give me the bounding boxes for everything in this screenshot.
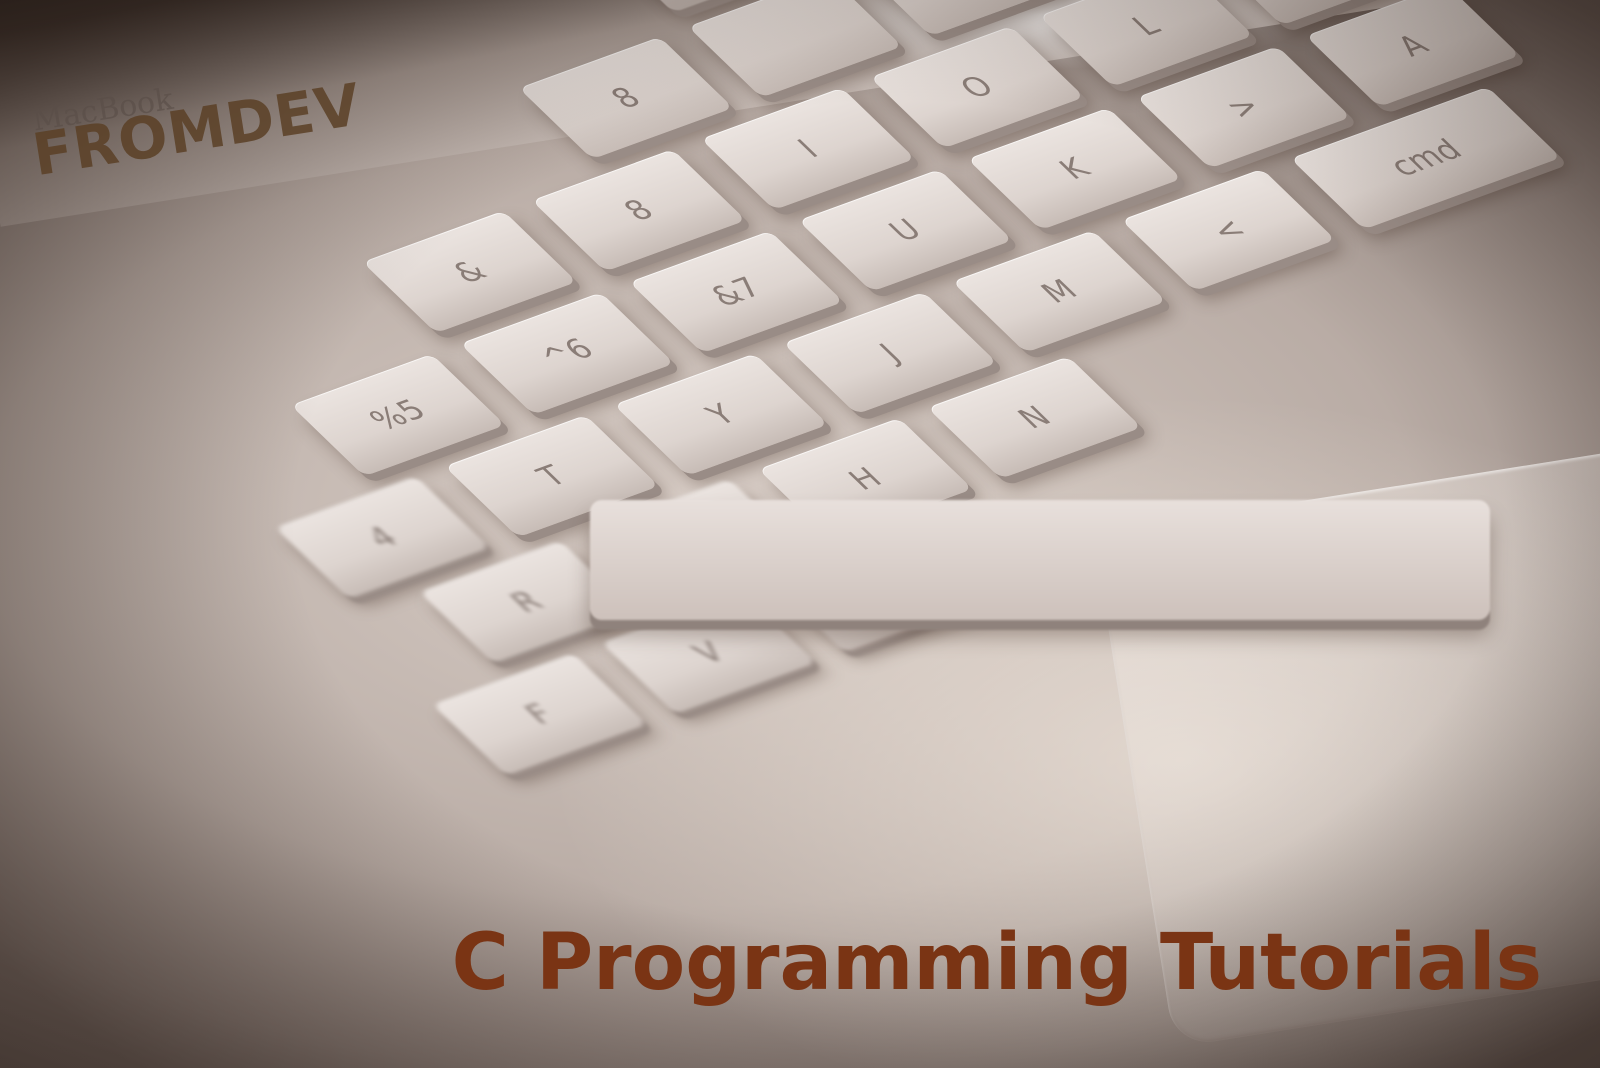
caption-title: C Programming Tutorials xyxy=(451,918,1542,1008)
key-8: 8 xyxy=(518,36,734,160)
key-f: F xyxy=(432,653,648,776)
spacebar xyxy=(590,500,1490,620)
keyboard-photo: 8 O P & 8 I O L %5 ^6 &7 U K > A 4 T Y J… xyxy=(0,0,1600,1068)
key-o: O xyxy=(856,0,1072,37)
key xyxy=(687,0,903,98)
